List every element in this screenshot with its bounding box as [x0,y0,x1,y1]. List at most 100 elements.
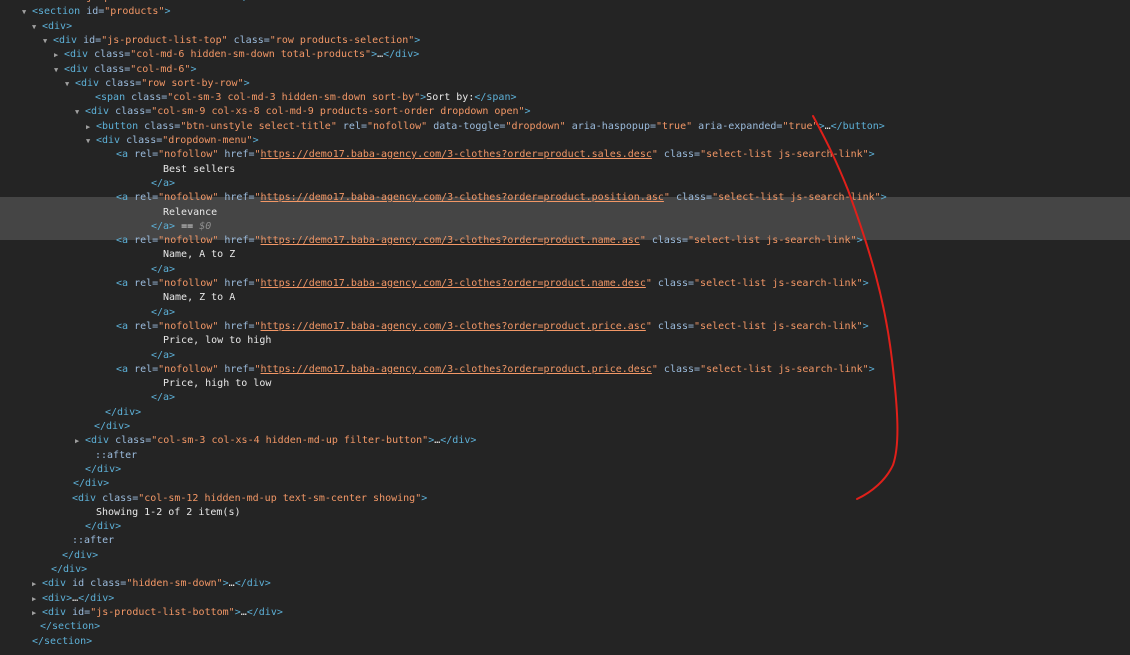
attribute-link-token[interactable]: https://demo17.baba-agency.com/3-clothes… [261,149,652,160]
expand-triangle-icon[interactable]: ▼ [43,34,51,48]
attribute-link-token[interactable]: https://demo17.baba-agency.com/3-clothes… [261,364,652,375]
elements-panel-dom-tree[interactable]: <div id="js-product-list-header">…</div>… [0,0,1130,655]
collapse-triangle-icon[interactable]: ▶ [32,606,40,620]
attribute-link-token[interactable]: https://demo17.baba-agency.com/3-clothes… [261,321,646,332]
tag-token: <button [96,121,139,132]
collapse-triangle-icon[interactable]: ▶ [32,577,40,591]
pseudo-element-token: ::after [95,450,138,461]
tag-token: </div> [105,407,142,418]
dom-node-line[interactable]: ▶ <div class="col-sm-3 col-xs-4 hidden-md… [0,434,1130,448]
dom-node-line[interactable]: </div> [0,420,1130,434]
attribute-name-token: class= [227,35,270,46]
dom-node-line[interactable]: </a> [0,263,1130,277]
dom-node-line[interactable]: ▶ <div id="js-product-list-bottom">…</div… [0,606,1130,620]
dom-node-line[interactable]: Name, A to Z [0,248,1130,262]
attribute-name-token: id= [56,0,80,3]
collapse-triangle-icon[interactable]: ▶ [32,592,40,606]
attribute-name-token: class= [99,78,142,89]
text-token: Price, high to low [163,378,272,389]
attribute-name-token: id= [66,607,91,618]
dom-node-line[interactable]: Price, low to high [0,334,1130,348]
dom-node-text: <a rel="nofollow" href="https://demo17.b… [116,234,863,248]
dom-node-line[interactable]: <a rel="nofollow" href="https://demo17.b… [0,234,1130,248]
dom-node-line[interactable]: ▶ <div>…</div> [0,592,1130,606]
collapse-triangle-icon[interactable]: ▶ [75,434,83,448]
dom-node-line[interactable]: ▶ <div id class="hidden-sm-down">…</div> [0,577,1130,591]
dom-node-line[interactable]: </a> [0,177,1130,191]
dom-node-line[interactable]: </div> [0,406,1130,420]
attribute-link-token[interactable]: https://demo17.baba-agency.com/3-clothes… [261,278,646,289]
collapse-triangle-icon[interactable]: ▶ [54,48,62,62]
dom-node-text: </a> [151,349,175,363]
dom-node-line[interactable]: Name, Z to A [0,291,1130,305]
expand-triangle-icon[interactable]: ▼ [65,77,73,91]
dom-node-line[interactable]: </section> [0,620,1130,634]
dom-node-line[interactable]: ::after [0,449,1130,463]
tag-token: </div> [62,550,99,561]
dom-node-line[interactable]: ▼ <div class="dropdown-menu"> [0,134,1130,148]
dom-node-line[interactable]: ::after [0,534,1130,548]
dom-node-line[interactable]: ▼ <div class="col-md-6"> [0,63,1130,77]
expand-triangle-icon[interactable]: ▼ [54,63,62,77]
attribute-name-token: class= [651,278,695,289]
dom-node-line[interactable]: Best sellers [0,163,1130,177]
collapse-triangle-icon[interactable]: ▶ [86,120,94,134]
attribute-value-token: "select-list js-search-link" [688,235,857,246]
text-token: Relevance [163,207,218,218]
dom-node-line[interactable]: </div> [0,549,1130,563]
dom-node-line[interactable]: </div> [0,463,1130,477]
dom-node-line[interactable]: </a> [0,349,1130,363]
dom-node-line[interactable]: Relevance [0,206,1130,220]
dom-node-line[interactable]: ▼ <div class="row sort-by-row"> [0,77,1130,91]
pseudo-element-token: ::after [72,535,115,546]
dom-node-line[interactable]: Showing 1-2 of 2 item(s) [0,506,1130,520]
dom-node-line[interactable]: <a rel="nofollow" href="https://demo17.b… [0,320,1130,334]
expand-triangle-icon[interactable]: ▼ [86,134,94,148]
dom-node-line[interactable]: ▼ <div class="col-sm-9 col-xs-8 col-md-9 … [0,105,1130,119]
expand-triangle-icon[interactable]: ▼ [75,105,83,119]
attribute-name-token: id= [77,35,102,46]
dom-node-line[interactable]: </div> [0,477,1130,491]
dom-node-line[interactable]: ▶ <button class="btn-unstyle select-title… [0,120,1130,134]
tag-token: </div> [246,607,283,618]
dom-node-line[interactable]: </div> [0,563,1130,577]
dom-node-line[interactable]: </a> [0,306,1130,320]
tag-token: </div> [94,421,131,432]
dom-node-line[interactable]: </a> == $0 [0,220,1130,234]
dom-node-line[interactable]: ▼ <section id="products"> [0,5,1130,19]
dom-node-line[interactable]: <a rel="nofollow" href="https://demo17.b… [0,363,1130,377]
attribute-value-token: "js-product-list-header" [80,0,225,3]
dom-node-text: </div> [94,420,130,434]
dom-node-text: </div> [51,563,87,577]
attribute-value-token: "col-md-6" [130,64,191,75]
dom-node-text: <a rel="nofollow" href="https://demo17.b… [116,148,875,162]
expand-triangle-icon[interactable]: ▼ [22,5,30,19]
attribute-name-token: class= [109,435,152,446]
dom-node-line[interactable]: ▼ <div> [0,20,1130,34]
tag-token: </div> [440,435,477,446]
tag-token: <a [116,321,129,332]
tag-token: > [862,278,869,289]
dom-node-text: <a rel="nofollow" href="https://demo17.b… [116,277,869,291]
dom-node-line[interactable]: <a rel="nofollow" href="https://demo17.b… [0,277,1130,291]
attribute-name-token: rel= [128,278,159,289]
dom-node-line[interactable]: <div class="col-sm-12 hidden-md-up text-… [0,492,1130,506]
dom-node-line[interactable]: </section> [0,635,1130,649]
expand-triangle-icon[interactable]: ▼ [32,20,40,34]
dom-node-line[interactable]: ▶ <div class="col-md-6 hidden-sm-down tot… [0,48,1130,62]
dom-node-line[interactable]: Price, high to low [0,377,1130,391]
dom-node-line[interactable]: </div> [0,520,1130,534]
dom-node-line[interactable]: <a rel="nofollow" href="https://demo17.b… [0,191,1130,205]
dom-node-line[interactable]: </a> [0,391,1130,405]
attribute-link-token[interactable]: https://demo17.baba-agency.com/3-clothes… [261,235,640,246]
tag-token: <div> [42,593,73,604]
text-token: Showing 1-2 of 2 item(s) [96,507,241,518]
dom-node-line[interactable]: <a rel="nofollow" href="https://demo17.b… [0,148,1130,162]
attribute-link-token[interactable]: https://demo17.baba-agency.com/3-clothes… [261,192,664,203]
dom-node-text: <span class="col-sm-3 col-md-3 hidden-sm… [95,91,517,105]
dom-node-line[interactable]: ▼ <div id="js-product-list-top" class="ro… [0,34,1130,48]
dom-node-text: </div> [105,406,141,420]
attribute-value-token: "btn-unstyle select-title" [180,121,337,132]
tag-token: </a> [151,392,176,403]
dom-node-line[interactable]: <span class="col-sm-3 col-md-3 hidden-sm… [0,91,1130,105]
